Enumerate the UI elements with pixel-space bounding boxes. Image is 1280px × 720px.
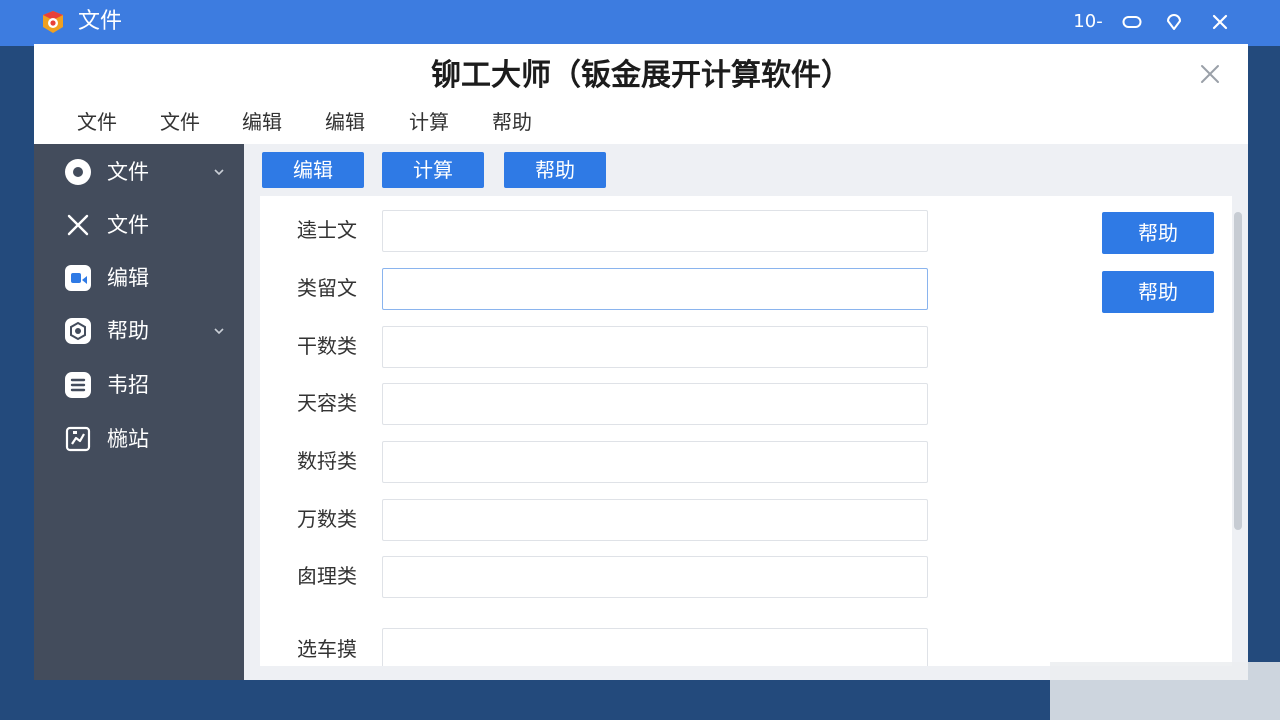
window-close-icon[interactable] [1198, 62, 1222, 86]
sidebar-item-list[interactable]: 韦招 [34, 361, 244, 409]
menu-item-edit[interactable]: 编辑 [242, 108, 282, 136]
help-button-1[interactable]: 帮助 [1102, 212, 1214, 254]
field-label: 万数类 [297, 507, 357, 531]
toolbar-edit-button[interactable]: 编辑 [262, 152, 364, 188]
os-counter[interactable]: 10- [1072, 10, 1104, 34]
os-title-bar: 文件 10- [0, 0, 1280, 46]
sidebar-item-label: 韦招 [107, 373, 149, 397]
sidebar-item-help[interactable]: 帮助 [34, 307, 244, 355]
menu-bar: 文件 文件 编辑 编辑 计算 帮助 [34, 108, 1248, 144]
field-input-3[interactable] [382, 326, 928, 368]
field-input-6[interactable] [382, 499, 928, 541]
sidebar-item-label: 帮助 [107, 319, 149, 343]
watermark-area [1050, 662, 1280, 720]
content-area: 编辑 计算 帮助 逵士文 类留文 干数类 天容类 数捋类 万数类 囱理类 选车摸… [244, 144, 1248, 680]
app-logo-icon [40, 9, 66, 35]
os-close-icon[interactable] [1208, 10, 1232, 34]
sidebar-item-file-2[interactable]: 文件 [34, 201, 244, 249]
record-icon [64, 158, 92, 186]
help-button-2[interactable]: 帮助 [1102, 271, 1214, 313]
sidebar-item-file[interactable]: 文件 [34, 148, 244, 196]
sidebar-item-chart[interactable]: 椸站 [34, 415, 244, 463]
menu-item-edit-2[interactable]: 编辑 [325, 108, 365, 136]
window-title: 铆工大师（钣金展开计算软件） [431, 58, 851, 93]
field-input-2[interactable] [382, 268, 928, 310]
field-input-8[interactable] [382, 628, 928, 666]
field-label: 囱理类 [297, 564, 357, 588]
menu-item-file-2[interactable]: 文件 [160, 108, 200, 136]
sidebar-item-label: 编辑 [107, 266, 149, 290]
os-app-title: 文件 [78, 9, 123, 34]
toolbar-help-button[interactable]: 帮助 [504, 152, 606, 188]
field-label: 数捋类 [297, 449, 357, 473]
field-input-1[interactable] [382, 210, 928, 252]
sidebar-item-label: 文件 [107, 160, 149, 184]
vertical-scrollbar[interactable] [1234, 212, 1242, 530]
field-label: 类留文 [297, 276, 357, 300]
chart-icon [64, 425, 92, 453]
minimize-icon[interactable] [1120, 10, 1144, 34]
sidebar-item-label: 文件 [107, 213, 149, 237]
field-input-5[interactable] [382, 441, 928, 483]
field-label: 天容类 [297, 391, 357, 415]
menu-item-calculate[interactable]: 计算 [409, 108, 449, 136]
toolbar-calculate-button[interactable]: 计算 [382, 152, 484, 188]
main-window: 铆工大师（钣金展开计算软件） 文件 文件 编辑 编辑 计算 帮助 文件 文件 编… [34, 44, 1248, 680]
list-icon [64, 371, 92, 399]
field-input-7[interactable] [382, 556, 928, 598]
field-label: 选车摸 [297, 637, 357, 661]
sidebar: 文件 文件 编辑 帮助 韦招 椸站 [34, 144, 244, 680]
field-label: 逵士文 [297, 218, 357, 242]
close-x-icon [64, 211, 92, 239]
form-panel: 逵士文 类留文 干数类 天容类 数捋类 万数类 囱理类 选车摸 帮助 帮助 [260, 196, 1232, 666]
settings-icon [64, 317, 92, 345]
menu-item-file[interactable]: 文件 [77, 108, 117, 136]
sidebar-item-edit[interactable]: 编辑 [34, 254, 244, 302]
chevron-down-icon[interactable] [212, 164, 226, 178]
pin-icon[interactable] [1162, 10, 1186, 34]
field-label: 干数类 [297, 334, 357, 358]
edit-icon [64, 264, 92, 292]
field-input-4[interactable] [382, 383, 928, 425]
menu-item-help[interactable]: 帮助 [492, 108, 532, 136]
chevron-down-icon[interactable] [212, 323, 226, 337]
sidebar-item-label: 椸站 [107, 427, 149, 451]
